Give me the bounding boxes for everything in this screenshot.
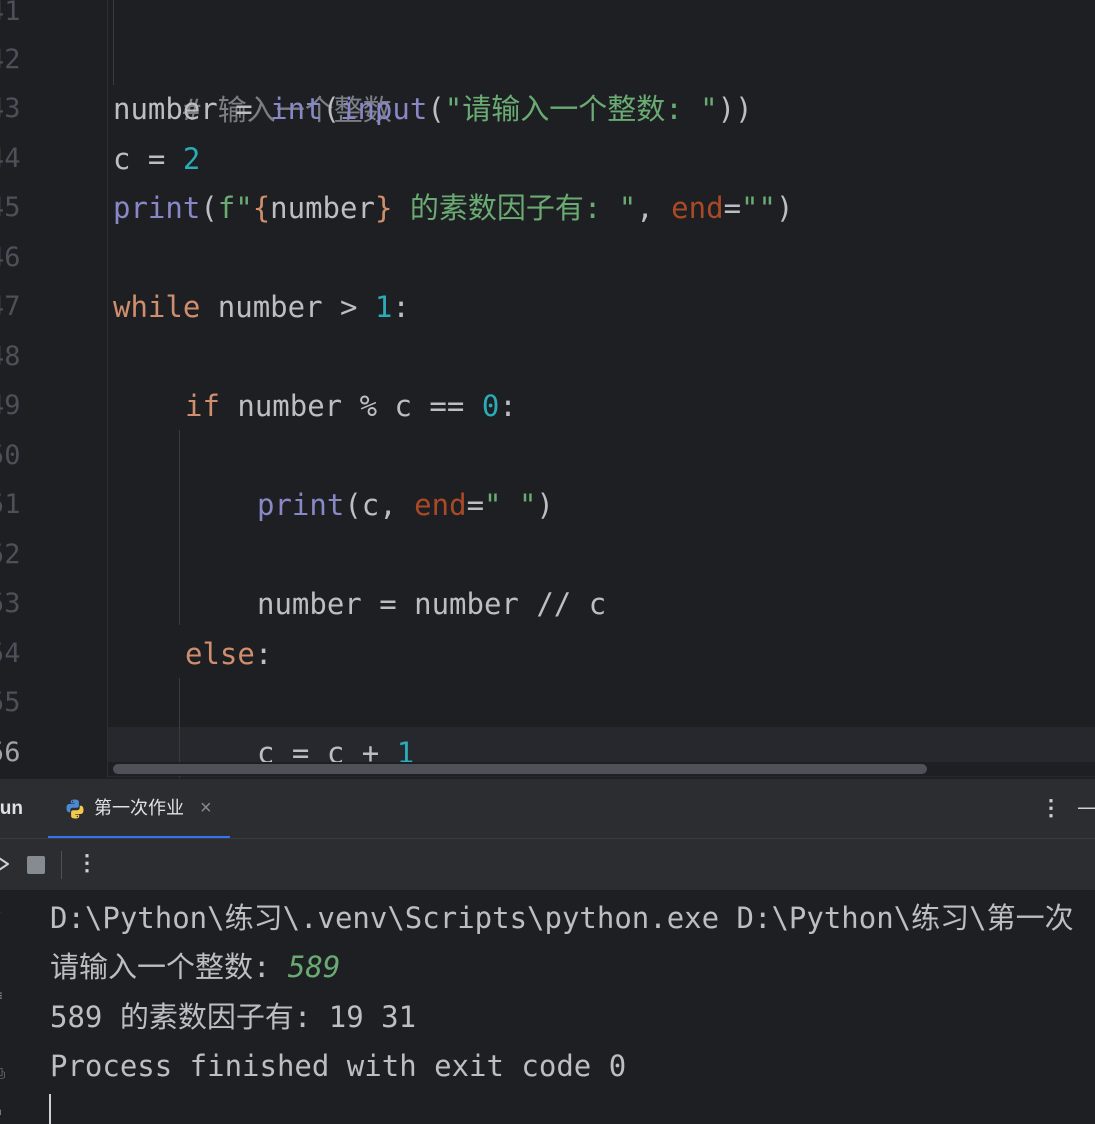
scroll-to-end-icon[interactable]: ⤓ xyxy=(0,1028,10,1044)
line-number: 51 xyxy=(0,489,21,520)
python-icon xyxy=(66,799,84,819)
code-line-42: # 输入一个整数 xyxy=(113,35,392,127)
number-literal: 1 xyxy=(374,290,393,324)
line-number: 54 xyxy=(0,638,21,669)
code-line-51: print(c, end=" ") xyxy=(257,480,554,530)
string-literal: "请输入一个整数: " xyxy=(444,92,718,126)
code-line-43: number = int(input("请输入一个整数: ")) xyxy=(113,84,753,134)
paren: ( xyxy=(344,488,362,522)
operator: = xyxy=(217,92,271,126)
code-line-47: while number > 1: xyxy=(113,282,410,332)
minimize-icon[interactable]: — xyxy=(1078,779,1095,839)
line-number: 48 xyxy=(0,341,21,372)
run-tab-label: 第一次作业 xyxy=(94,798,184,819)
builtin-call: int xyxy=(270,92,323,126)
line-number: 41 xyxy=(0,0,21,27)
console-result-line: 589 的素数因子有: 19 31 xyxy=(50,1000,417,1034)
expression: number > xyxy=(200,290,375,324)
line-number: 46 xyxy=(0,242,21,273)
code-line-54: else: xyxy=(185,629,272,679)
builtin-call: print xyxy=(257,488,345,522)
colon: : xyxy=(254,637,273,671)
line-number: 53 xyxy=(0,588,21,619)
toolbar-separator xyxy=(61,851,62,879)
operator: = xyxy=(130,142,183,176)
stop-icon[interactable] xyxy=(27,856,45,874)
console-side-toolbar: ↑ ↓ ≡ ⤓ ⎙ ▫ xyxy=(0,890,22,1120)
console-exit-message: Process finished with exit code 0 xyxy=(50,1049,627,1083)
indent-guide xyxy=(179,430,180,625)
run-toolbar: ⋮ xyxy=(0,838,1095,890)
more-options-icon[interactable]: ⋮ xyxy=(1040,779,1062,839)
print-icon[interactable]: ⎙ xyxy=(0,1066,10,1082)
keyword: while xyxy=(113,290,201,324)
line-number: 47 xyxy=(0,291,21,322)
line-number: 49 xyxy=(0,390,21,421)
line-number-current: 56 xyxy=(0,737,21,768)
run-panel-title[interactable]: Run xyxy=(0,779,23,839)
line-number: 43 xyxy=(0,93,21,124)
statement: number = number // c xyxy=(257,587,607,621)
comma: , xyxy=(636,191,672,225)
line-number-gutter: 41 42 43 44 45 46 47 48 49 50 51 52 53 5… xyxy=(0,0,107,778)
console-output[interactable]: ↑ ↓ ≡ ⤓ ⎙ ▫ D:\Python\练习\.venv\Scripts\p… xyxy=(0,890,1095,1120)
operator: = xyxy=(466,488,485,522)
line-number: 50 xyxy=(0,440,21,471)
line-number: 45 xyxy=(0,192,21,223)
line-number: 55 xyxy=(0,687,21,718)
fstring-prefix: f" xyxy=(217,191,253,225)
keyword: else xyxy=(185,637,255,671)
identifier: number xyxy=(113,92,218,126)
string-literal: " " xyxy=(484,488,537,522)
paren: ) xyxy=(775,191,794,225)
builtin-call: print xyxy=(113,191,201,225)
expression: number % c == xyxy=(219,389,482,423)
number-literal: 0 xyxy=(481,389,500,423)
rerun-icon[interactable] xyxy=(0,853,12,875)
string-literal: "" xyxy=(741,191,776,225)
colon: : xyxy=(499,389,517,423)
fstring-brace: { xyxy=(252,191,271,225)
paren: ( xyxy=(200,191,218,225)
paren: )) xyxy=(717,92,753,126)
identifier: c, xyxy=(361,488,415,522)
colon: : xyxy=(392,290,410,324)
paren: ( xyxy=(322,92,341,126)
scroll-up-icon[interactable]: ↑ xyxy=(0,906,10,922)
console-user-input: 589 xyxy=(287,950,341,984)
line-number: 44 xyxy=(0,143,21,174)
clear-icon[interactable]: ▫ xyxy=(0,1104,10,1120)
keyword-argument: end xyxy=(414,488,467,522)
close-icon[interactable]: × xyxy=(200,779,212,839)
code-line-53: number = number // c xyxy=(257,579,606,629)
builtin-call: input xyxy=(340,92,428,126)
toolbar-more-icon[interactable]: ⋮ xyxy=(76,839,98,891)
soft-wrap-icon[interactable]: ≡ xyxy=(0,988,10,1004)
keyword-argument: end xyxy=(671,191,724,225)
gutter-divider xyxy=(107,0,108,778)
identifier: number xyxy=(270,191,375,225)
number-literal: 2 xyxy=(182,142,201,176)
code-line-45: print(f"{number} 的素数因子有: ", end="") xyxy=(113,183,793,233)
console-command-line: D:\Python\练习\.venv\Scripts\python.exe D:… xyxy=(50,901,1074,935)
horizontal-scrollbar-thumb[interactable] xyxy=(113,764,927,774)
code-line-49: if number % c == 0: xyxy=(185,381,517,431)
code-line-44: c = 2 xyxy=(113,134,200,184)
scroll-down-icon[interactable]: ↓ xyxy=(0,950,10,966)
run-config-tab[interactable]: 第一次作业 × xyxy=(48,779,230,839)
paren: ( xyxy=(427,92,445,126)
run-tool-window-header: Run 第一次作业 × ⋮ — xyxy=(0,778,1095,839)
console-prompt-line: 请输入一个整数: 589 xyxy=(50,942,340,992)
paren: ) xyxy=(536,488,554,522)
console-prompt: 请输入一个整数: xyxy=(50,950,288,984)
code-editor[interactable]: 41 42 43 44 45 46 47 48 49 50 51 52 53 5… xyxy=(0,0,1095,778)
identifier: c xyxy=(113,142,131,176)
keyword: if xyxy=(185,389,220,423)
line-number: 42 xyxy=(0,44,21,75)
string-literal: 的素数因子有: " xyxy=(392,191,637,225)
operator: = xyxy=(723,191,742,225)
fstring-brace: } xyxy=(374,191,393,225)
line-number: 52 xyxy=(0,539,21,570)
